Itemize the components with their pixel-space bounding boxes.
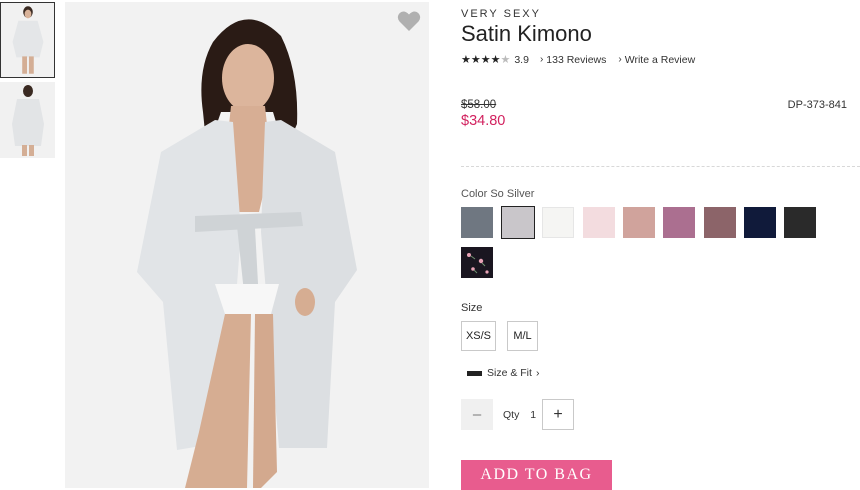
size-label: Size (461, 302, 483, 314)
color-swatch[interactable] (623, 207, 655, 238)
color-swatch[interactable] (784, 207, 816, 238)
thumbnail-list (0, 2, 56, 162)
rating-value: 3.9 (514, 53, 529, 66)
color-swatch[interactable] (663, 207, 695, 238)
write-review-link[interactable]: Write a Review (625, 54, 695, 66)
color-swatch[interactable] (704, 207, 736, 238)
color-swatch-floral[interactable] (461, 247, 493, 278)
quantity-value: 1 (530, 409, 537, 421)
thumbnail-front[interactable] (0, 2, 55, 78)
color-swatch[interactable] (583, 207, 615, 238)
size-fit-link[interactable]: Size & Fit › (467, 367, 539, 379)
add-to-bag-button[interactable]: ADD TO BAG (461, 460, 612, 490)
original-price: $58.00 (461, 99, 497, 111)
thumbnail-back[interactable] (0, 82, 55, 158)
quantity-display: Qty 1 (503, 409, 536, 421)
quantity-increase-button[interactable]: + (542, 399, 574, 430)
color-swatch[interactable] (461, 207, 493, 238)
product-info-panel: VERY SEXY Satin Kimono ★★★★★ 3.9 › 133 R… (461, 0, 860, 490)
color-label: Color So Silver (461, 188, 535, 200)
color-swatch[interactable] (542, 207, 574, 238)
product-main-image (65, 2, 429, 488)
quantity-decrease-button[interactable]: – (461, 399, 493, 430)
size-option-m-l[interactable]: M/L (507, 321, 538, 351)
rating-stars-icon: ★★★★★ (461, 54, 511, 66)
product-sku: DP-373-841 (787, 99, 847, 111)
rating-row: ★★★★★ 3.9 › 133 Reviews › Write a Review (461, 53, 695, 67)
color-swatch[interactable] (744, 207, 776, 238)
ruler-icon (467, 370, 482, 376)
floral-pattern-icon (467, 253, 489, 274)
reviews-link[interactable]: 133 Reviews (546, 54, 606, 66)
size-option-xs-s[interactable]: XS/S (461, 321, 496, 351)
size-fit-label: Size & Fit (487, 367, 532, 379)
model-photo (65, 2, 429, 488)
sale-price: $34.80 (461, 113, 506, 129)
product-title: Satin Kimono (461, 21, 592, 46)
favorite-heart-icon[interactable] (397, 10, 421, 32)
chevron-right-icon: › (539, 54, 544, 65)
chevron-right-icon: › (535, 367, 540, 379)
color-swatch-selected[interactable] (501, 206, 535, 239)
quantity-label: Qty (503, 409, 520, 421)
thumbnail-front-image (1, 3, 54, 77)
divider (461, 166, 860, 167)
chevron-right-icon: › (618, 54, 622, 65)
product-brand: VERY SEXY (461, 8, 541, 20)
thumbnail-back-image (0, 82, 55, 158)
